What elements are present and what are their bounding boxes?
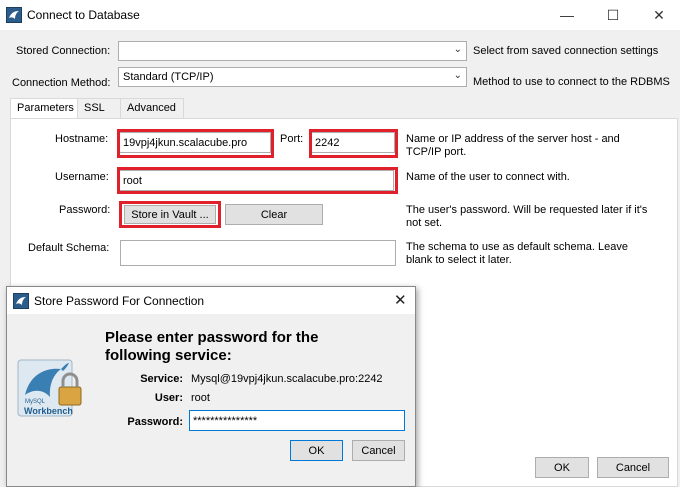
chevron-down-icon: ⌄ — [453, 44, 462, 55]
ok-label: OK — [554, 462, 570, 474]
window-titlebar: Connect to Database — ☐ ✕ — [0, 0, 680, 30]
service-value: Mysql@19vpj4jkun.scalacube.pro:2242 — [191, 373, 383, 385]
chevron-down-icon: ⌄ — [453, 70, 462, 81]
stored-connection-label: Stored Connection: — [16, 45, 111, 57]
clear-button[interactable]: Clear — [225, 204, 323, 225]
tab-label: SSL — [84, 102, 105, 114]
logo-text-mysql: MySQL — [25, 399, 46, 405]
dialog-ok-label: OK — [308, 445, 325, 457]
dialog-title: Store Password For Connection — [34, 294, 205, 308]
dialog-password-input[interactable]: *************** — [189, 410, 405, 431]
schema-description-line1: The schema to use as default schema. Lea… — [406, 241, 628, 253]
connection-method-value: Standard (TCP/IP) — [123, 71, 214, 83]
user-value: root — [191, 392, 210, 404]
host-description-line2: TCP/IP port. — [406, 146, 467, 158]
connection-method-dropdown[interactable]: Standard (TCP/IP) ⌄ — [118, 67, 467, 87]
store-in-vault-highlight — [119, 201, 221, 228]
username-label: Username: — [55, 171, 109, 183]
dialog-heading: Please enter password for the following … — [105, 329, 385, 365]
close-icon[interactable]: ✕ — [636, 0, 680, 30]
username-highlight — [117, 167, 398, 194]
hostname-label: Hostname: — [55, 133, 109, 145]
cancel-button[interactable]: Cancel — [597, 457, 669, 478]
dialog-ok-button[interactable]: OK — [290, 440, 343, 461]
dialog-password-label: Password: — [127, 416, 183, 428]
dialog-heading-line2: following service: — [105, 347, 232, 364]
password-description-line2: not set. — [406, 217, 443, 229]
connection-method-label: Connection Method: — [12, 77, 111, 89]
dialog-cancel-label: Cancel — [361, 445, 396, 457]
store-password-dialog: Store Password For Connection ✕ MySQL Wo… — [6, 286, 416, 487]
stored-connection-dropdown[interactable]: ⌄ — [118, 41, 467, 61]
port-highlight — [309, 129, 398, 158]
app-icon — [13, 293, 29, 309]
clear-label: Clear — [260, 209, 288, 221]
cancel-label: Cancel — [615, 462, 651, 474]
port-label: Port: — [280, 133, 304, 145]
minimize-icon[interactable]: — — [544, 0, 590, 30]
tab-label: Parameters — [17, 102, 74, 114]
tab-advanced[interactable]: Advanced — [120, 98, 184, 118]
ok-button[interactable]: OK — [535, 457, 589, 478]
stored-connection-description: Select from saved connection settings — [473, 45, 659, 57]
password-label: Password: — [59, 204, 111, 216]
window-title: Connect to Database — [27, 8, 140, 22]
maximize-icon[interactable]: ☐ — [590, 0, 636, 30]
default-schema-input[interactable] — [120, 240, 396, 266]
username-description: Name of the user to connect with. — [406, 171, 570, 183]
host-description-line1: Name or IP address of the server host - … — [406, 133, 620, 145]
logo-text-workbench: Workbench — [24, 406, 73, 416]
tab-ssl[interactable]: SSL — [77, 98, 121, 118]
close-icon[interactable]: ✕ — [394, 291, 407, 309]
dialog-titlebar: Store Password For Connection ✕ — [7, 287, 415, 314]
mysql-workbench-logo: MySQL Workbench — [17, 355, 85, 421]
hostname-highlight — [117, 129, 274, 158]
tab-label: Advanced — [127, 102, 176, 114]
tab-parameters[interactable]: Parameters — [10, 98, 78, 119]
app-icon — [6, 7, 22, 23]
connection-method-description: Method to use to connect to the RDBMS — [473, 76, 670, 88]
dialog-cancel-button[interactable]: Cancel — [352, 440, 405, 461]
dialog-heading-line1: Please enter password for the — [105, 329, 319, 346]
default-schema-label: Default Schema: — [28, 242, 110, 254]
dialog-password-value: *************** — [193, 415, 258, 427]
schema-description-line2: blank to select it later. — [406, 254, 512, 266]
user-label: User: — [154, 392, 183, 404]
password-description-line1: The user's password. Will be requested l… — [406, 204, 648, 216]
service-label: Service: — [140, 373, 183, 385]
